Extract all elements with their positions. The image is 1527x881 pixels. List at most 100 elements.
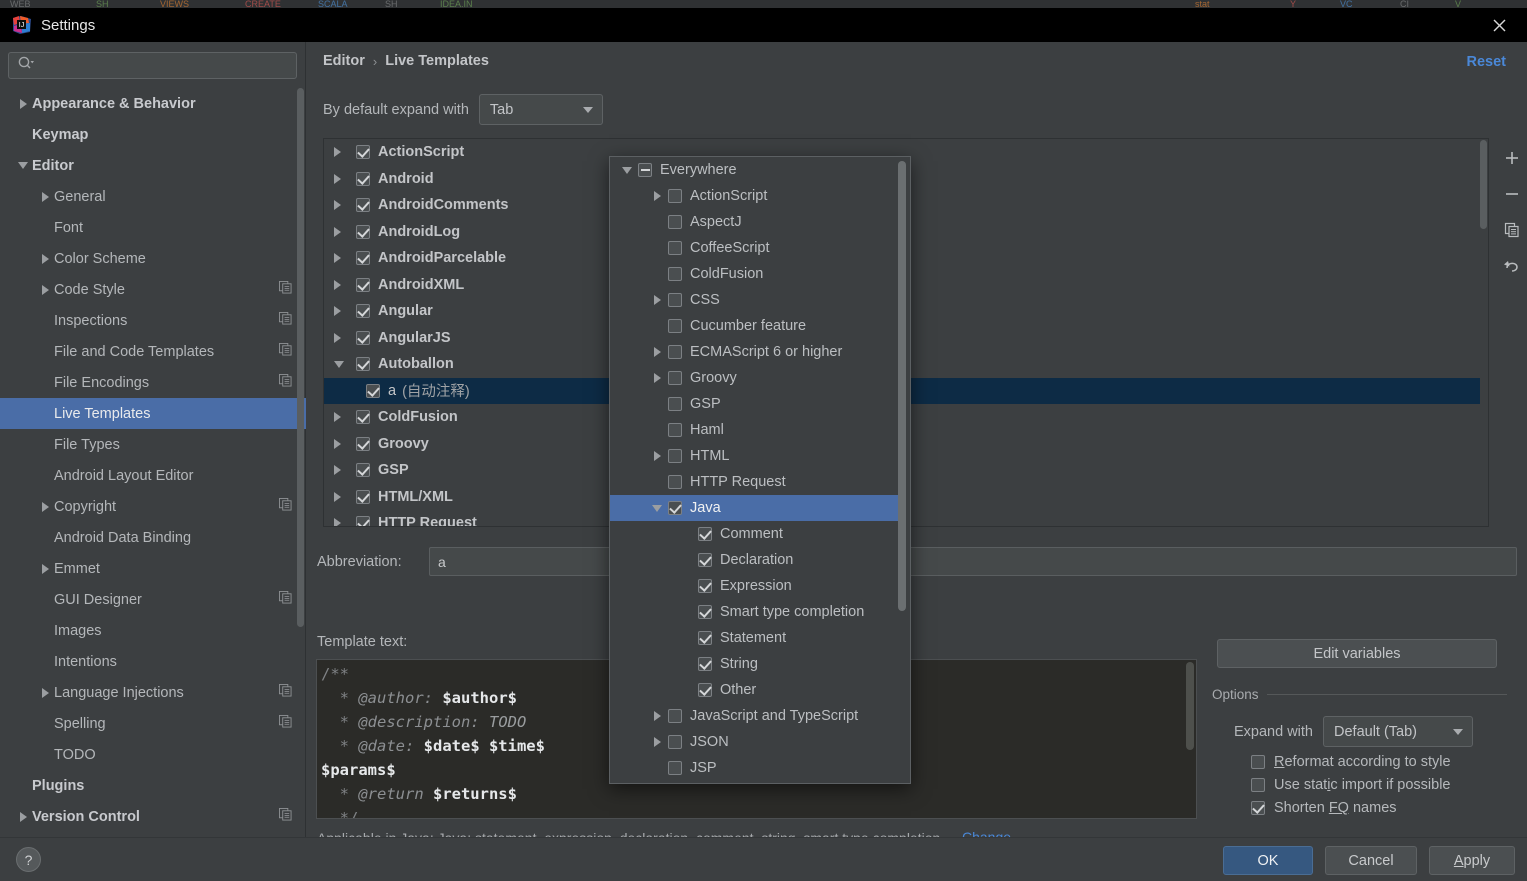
context-checkbox[interactable] bbox=[668, 189, 682, 203]
context-item-json[interactable]: JSON bbox=[610, 729, 900, 755]
expand-arrow-icon[interactable] bbox=[334, 226, 341, 237]
expand-arrow-icon[interactable] bbox=[653, 711, 661, 721]
template-group-checkbox[interactable] bbox=[356, 171, 370, 186]
context-checkbox[interactable] bbox=[668, 709, 682, 723]
sidebar-item-android-data-binding[interactable]: Android Data Binding bbox=[0, 522, 306, 553]
sidebar-item-todo[interactable]: TODO bbox=[0, 739, 306, 770]
context-checkbox[interactable] bbox=[698, 553, 712, 567]
expand-arrow-icon[interactable] bbox=[334, 491, 341, 502]
template-group-checkbox[interactable] bbox=[356, 489, 370, 504]
expand-arrow-icon[interactable] bbox=[334, 332, 341, 343]
sidebar-item-language-injections[interactable]: Language Injections bbox=[0, 677, 306, 708]
collapse-arrow-icon[interactable] bbox=[334, 360, 344, 368]
expand-arrow-icon[interactable] bbox=[334, 147, 341, 158]
context-checkbox[interactable] bbox=[668, 293, 682, 307]
template-group-checkbox[interactable] bbox=[356, 410, 370, 425]
collapse-arrow-icon[interactable] bbox=[18, 162, 28, 169]
sidebar-scrollbar-thumb[interactable] bbox=[297, 88, 304, 627]
sidebar-item-intentions[interactable]: Intentions bbox=[0, 646, 306, 677]
sidebar-item-android-layout-editor[interactable]: Android Layout Editor bbox=[0, 460, 306, 491]
context-checkbox[interactable] bbox=[698, 657, 712, 671]
sidebar-item-live-templates[interactable]: Live Templates bbox=[0, 398, 306, 429]
sidebar-item-code-style[interactable]: Code Style bbox=[0, 274, 306, 305]
template-group-checkbox[interactable] bbox=[356, 357, 370, 372]
expand-arrow-icon[interactable] bbox=[41, 284, 49, 295]
copy-settings-icon[interactable] bbox=[279, 312, 292, 329]
context-checkbox[interactable] bbox=[698, 579, 712, 593]
context-item-coffeescript[interactable]: CoffeeScript bbox=[610, 235, 900, 261]
context-checkbox[interactable] bbox=[698, 605, 712, 619]
templates-tree-scrollbar-thumb[interactable] bbox=[1480, 140, 1487, 229]
sidebar-item-font[interactable]: Font bbox=[0, 212, 306, 243]
option-shorten-fq-names[interactable]: Shorten FQ names bbox=[1212, 800, 1507, 816]
expand-arrow-icon[interactable] bbox=[653, 373, 661, 383]
option-checkbox[interactable] bbox=[1251, 801, 1265, 815]
expand-arrow-icon[interactable] bbox=[334, 200, 341, 211]
expand-arrow-icon[interactable] bbox=[41, 191, 49, 202]
expand-arrow-icon[interactable] bbox=[653, 737, 661, 747]
expand-arrow-icon[interactable] bbox=[334, 279, 341, 290]
expand-arrow-icon[interactable] bbox=[41, 253, 49, 264]
context-checkbox[interactable] bbox=[668, 475, 682, 489]
sidebar-item-editor[interactable]: Editor bbox=[0, 150, 306, 181]
expand-arrow-icon[interactable] bbox=[334, 173, 341, 184]
template-group-checkbox[interactable] bbox=[356, 436, 370, 451]
sidebar-item-general[interactable]: General bbox=[0, 181, 306, 212]
template-group-checkbox[interactable] bbox=[356, 516, 370, 526]
cancel-button[interactable]: Cancel bbox=[1325, 846, 1417, 875]
context-item-gsp[interactable]: GSP bbox=[610, 391, 900, 417]
sidebar-item-gui-designer[interactable]: GUI Designer bbox=[0, 584, 306, 615]
option-reformat-according-to-style[interactable]: Reformat according to style bbox=[1212, 754, 1507, 770]
expand-arrow-icon[interactable] bbox=[334, 518, 341, 526]
sidebar-item-images[interactable]: Images bbox=[0, 615, 306, 646]
copy-settings-icon[interactable] bbox=[279, 715, 292, 732]
template-group-checkbox[interactable] bbox=[356, 224, 370, 239]
sidebar-item-file-encodings[interactable]: File Encodings bbox=[0, 367, 306, 398]
expand-arrow-icon[interactable] bbox=[19, 98, 27, 109]
template-group-checkbox[interactable] bbox=[356, 277, 370, 292]
expand-arrow-icon[interactable] bbox=[334, 412, 341, 423]
template-group-checkbox[interactable] bbox=[356, 330, 370, 345]
sidebar-item-keymap[interactable]: Keymap bbox=[0, 119, 306, 150]
copy-settings-icon[interactable] bbox=[279, 343, 292, 360]
copy-settings-icon[interactable] bbox=[279, 281, 292, 298]
context-tree[interactable]: Everywhere ActionScript AspectJ CoffeeScrip… bbox=[610, 157, 900, 783]
expand-arrow-icon[interactable] bbox=[653, 295, 661, 305]
sidebar-item-color-scheme[interactable]: Color Scheme bbox=[0, 243, 306, 274]
expand-arrow-icon[interactable] bbox=[334, 465, 341, 476]
context-checkbox[interactable] bbox=[668, 215, 682, 229]
search-box[interactable] bbox=[8, 52, 297, 79]
context-item-haml[interactable]: Haml bbox=[610, 417, 900, 443]
context-item-actionscript[interactable]: ActionScript bbox=[610, 183, 900, 209]
sidebar-item-emmet[interactable]: Emmet bbox=[0, 553, 306, 584]
context-checkbox[interactable] bbox=[668, 449, 682, 463]
reset-link[interactable]: Reset bbox=[1467, 54, 1507, 70]
sidebar-item-plugins[interactable]: Plugins bbox=[0, 770, 306, 801]
context-popup-scrollbar-thumb[interactable] bbox=[898, 161, 906, 611]
context-item-jsp[interactable]: JSP bbox=[610, 755, 900, 781]
abbreviation-input[interactable] bbox=[429, 547, 1517, 576]
sidebar-scrollbar[interactable] bbox=[297, 88, 304, 836]
template-group-checkbox[interactable] bbox=[356, 251, 370, 266]
expand-arrow-icon[interactable] bbox=[19, 811, 27, 822]
close-icon[interactable] bbox=[1479, 8, 1519, 42]
undo-icon[interactable] bbox=[1499, 254, 1525, 278]
option-checkbox[interactable] bbox=[1251, 755, 1265, 769]
context-item-ecmascript-6-or-higher[interactable]: ECMAScript 6 or higher bbox=[610, 339, 900, 365]
expand-arrow-icon[interactable] bbox=[334, 306, 341, 317]
sidebar-item-inspections[interactable]: Inspections bbox=[0, 305, 306, 336]
default-expand-with-select[interactable]: Tab bbox=[478, 94, 603, 125]
context-checkbox[interactable] bbox=[668, 761, 682, 775]
context-item-javascript-and-typescript[interactable]: JavaScript and TypeScript bbox=[610, 703, 900, 729]
context-popup-scrollbar[interactable] bbox=[898, 159, 908, 781]
search-input[interactable] bbox=[37, 53, 296, 78]
context-item-css[interactable]: CSS bbox=[610, 287, 900, 313]
expand-arrow-icon[interactable] bbox=[334, 438, 341, 449]
context-item-aspectj[interactable]: AspectJ bbox=[610, 209, 900, 235]
context-checkbox[interactable] bbox=[668, 371, 682, 385]
context-checkbox[interactable] bbox=[668, 397, 682, 411]
expand-arrow-icon[interactable] bbox=[41, 563, 49, 574]
copy-settings-icon[interactable] bbox=[279, 374, 292, 391]
sidebar-tree[interactable]: Appearance & Behavior Keymap Editor General… bbox=[0, 88, 306, 836]
expand-arrow-icon[interactable] bbox=[41, 501, 49, 512]
